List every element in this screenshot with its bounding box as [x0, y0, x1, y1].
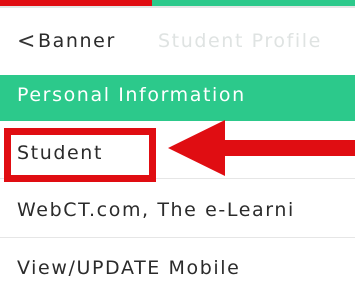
menu-item-label: View/UPDATE Mobile: [17, 257, 241, 279]
arrow-left-icon: [168, 120, 355, 176]
menu-item-label: WebCT.com, The e-Learni: [17, 199, 295, 221]
ghost-title: Student Profile: [158, 30, 322, 52]
menu-item-webct[interactable]: WebCT.com, The e-Learni: [0, 186, 355, 238]
chevron-left-icon[interactable]: <: [17, 29, 37, 54]
header-bar: < Banner Student Profile: [0, 20, 355, 66]
highlight-box: [4, 128, 156, 182]
section-header-personal-information[interactable]: Personal Information: [0, 75, 355, 121]
top-divider: [0, 6, 355, 8]
section-title: Personal Information: [17, 84, 246, 106]
page-title: Banner: [38, 30, 116, 52]
menu-item-view-update-mobile[interactable]: View/UPDATE Mobile: [0, 240, 355, 285]
